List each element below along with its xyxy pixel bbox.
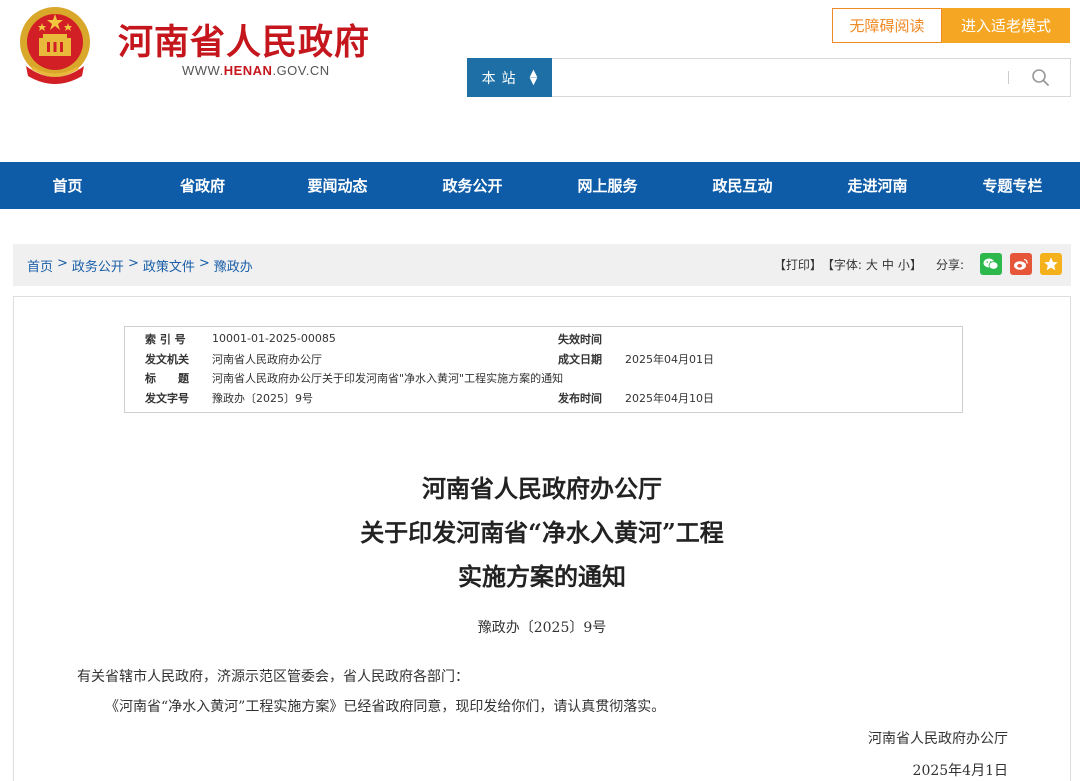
national-emblem-icon[interactable] (16, 4, 94, 86)
document-number: 豫政办〔2025〕9号 (477, 620, 607, 636)
nav-item-online-services[interactable]: 网上服务 (540, 162, 675, 209)
site-header: 河南省人民政府 WWW.HENAN.GOV.CN 无障碍阅读 进入适老模式 本站… (0, 0, 1080, 162)
nav-item-interaction[interactable]: 政民互动 (675, 162, 810, 209)
breadcrumb-separator: > (127, 256, 139, 271)
meta-issuer-value: 河南省人民政府办公厅 (212, 352, 322, 366)
print-link[interactable]: 【打印】 (774, 256, 822, 273)
nav-item-provincial-government[interactable]: 省政府 (135, 162, 270, 209)
breadcrumb-bar: 首页 > 政务公开 > 政策文件 > 豫政办 【打印】 【字体: 大 中 小 】… (13, 244, 1071, 286)
search-input[interactable] (558, 64, 998, 91)
meta-published-value: 2025年04月10日 (625, 391, 714, 405)
updown-arrow-icon: ▲ ▼ (529, 67, 538, 87)
font-size-suffix: 】 (909, 257, 922, 272)
meta-title-value: 河南省人民政府办公厅关于印发河南省"净水入黄河"工程实施方案的通知 (212, 371, 564, 385)
nav-item-news[interactable]: 要闻动态 (270, 162, 405, 209)
meta-docno-label: 发文字号 (145, 391, 189, 405)
share-label: 分享: (935, 257, 964, 272)
font-large-link[interactable]: 大 (866, 256, 878, 273)
site-url-prefix: WWW. (182, 63, 224, 78)
weibo-share-icon[interactable] (1010, 253, 1032, 275)
nav-item-home[interactable]: 首页 (0, 162, 135, 209)
site-url-suffix: .GOV.CN (272, 63, 330, 78)
main-nav: 首页 省政府 要闻动态 政务公开 网上服务 政民互动 走进河南 专题专栏 (0, 162, 1080, 209)
meta-row: 标 题 河南省人民政府办公厅关于印发河南省"净水入黄河"工程实施方案的通知 (125, 369, 962, 386)
nav-item-special-topics[interactable]: 专题专栏 (945, 162, 1080, 209)
search-scope-select[interactable]: 本站 ▲ ▼ (467, 58, 552, 97)
meta-expire-label: 失效时间 (558, 332, 602, 346)
meta-created-label: 成文日期 (558, 352, 602, 366)
meta-published-label: 发布时间 (558, 391, 602, 405)
nav-item-government-affairs[interactable]: 政务公开 (405, 162, 540, 209)
breadcrumb-separator: > (198, 256, 210, 271)
search-icon[interactable] (1028, 65, 1054, 91)
site-url-highlight: HENAN (223, 63, 273, 78)
font-medium-link[interactable]: 中 (882, 256, 894, 273)
meta-index-value: 10001-01-2025-00085 (212, 332, 336, 345)
search-scope-label: 本站 (481, 70, 522, 87)
meta-title-label: 标 题 (145, 371, 189, 385)
page-tools: 【打印】 【字体: 大 中 小 】 分享: (774, 253, 1062, 275)
breadcrumb: 首页 > 政务公开 > 政策文件 > 豫政办 (27, 256, 253, 275)
search-divider (1008, 71, 1009, 84)
breadcrumb-home[interactable]: 首页 (27, 256, 53, 275)
document-salutation: 有关省辖市人民政府，济源示范区管委会，省人民政府各部门： (77, 669, 469, 685)
site-url: WWW.HENAN.GOV.CN (182, 63, 330, 78)
breadcrumb-separator: > (57, 256, 68, 271)
site-title[interactable]: 河南省人民政府 (118, 14, 370, 65)
font-size-prefix: 【字体: (821, 257, 862, 272)
document-title-line1: 河南省人民政府办公厅 (422, 474, 662, 503)
breadcrumb-policy-documents[interactable]: 政策文件 (143, 256, 195, 275)
font-small-link[interactable]: 小 (898, 256, 910, 273)
meta-docno-value: 豫政办〔2025〕9号 (212, 391, 313, 405)
weibo-icon (1014, 258, 1028, 270)
wechat-icon (983, 258, 999, 270)
document-title-line3: 实施方案的通知 (458, 562, 626, 591)
meta-created-value: 2025年04月01日 (625, 352, 714, 366)
star-icon (1044, 257, 1058, 271)
document-title-line2: 关于印发河南省“净水入黄河”工程 (360, 518, 724, 547)
document-signer: 河南省人民政府办公厅 (868, 731, 1008, 747)
breadcrumb-yuzhengban[interactable]: 豫政办 (214, 256, 253, 275)
meta-issuer-label: 发文机关 (145, 352, 189, 366)
meta-index-label: 索 引 号 (145, 332, 186, 346)
article-content: 索 引 号 10001-01-2025-00085 失效时间 发文机关 河南省人… (13, 296, 1071, 781)
document-body-paragraph: 《河南省“净水入黄河”工程实施方案》已经省政府同意，现印发给你们，请认真贯彻落实… (105, 699, 666, 715)
elder-mode-button[interactable]: 进入适老模式 (942, 8, 1070, 43)
breadcrumb-government-affairs[interactable]: 政务公开 (72, 256, 124, 275)
favorite-star-icon[interactable] (1040, 253, 1062, 275)
accessible-reading-button[interactable]: 无障碍阅读 (832, 8, 942, 43)
wechat-share-icon[interactable] (980, 253, 1002, 275)
document-metadata-table: 索 引 号 10001-01-2025-00085 失效时间 发文机关 河南省人… (124, 326, 963, 413)
document-date: 2025年4月1日 (912, 763, 1008, 779)
meta-row: 发文机关 河南省人民政府办公厅 成文日期 2025年04月01日 (125, 350, 962, 367)
meta-row: 发文字号 豫政办〔2025〕9号 发布时间 2025年04月10日 (125, 389, 962, 406)
nav-item-about-henan[interactable]: 走进河南 (810, 162, 945, 209)
search-bar: 本站 ▲ ▼ (467, 58, 1071, 97)
meta-row: 索 引 号 10001-01-2025-00085 失效时间 (125, 330, 962, 347)
